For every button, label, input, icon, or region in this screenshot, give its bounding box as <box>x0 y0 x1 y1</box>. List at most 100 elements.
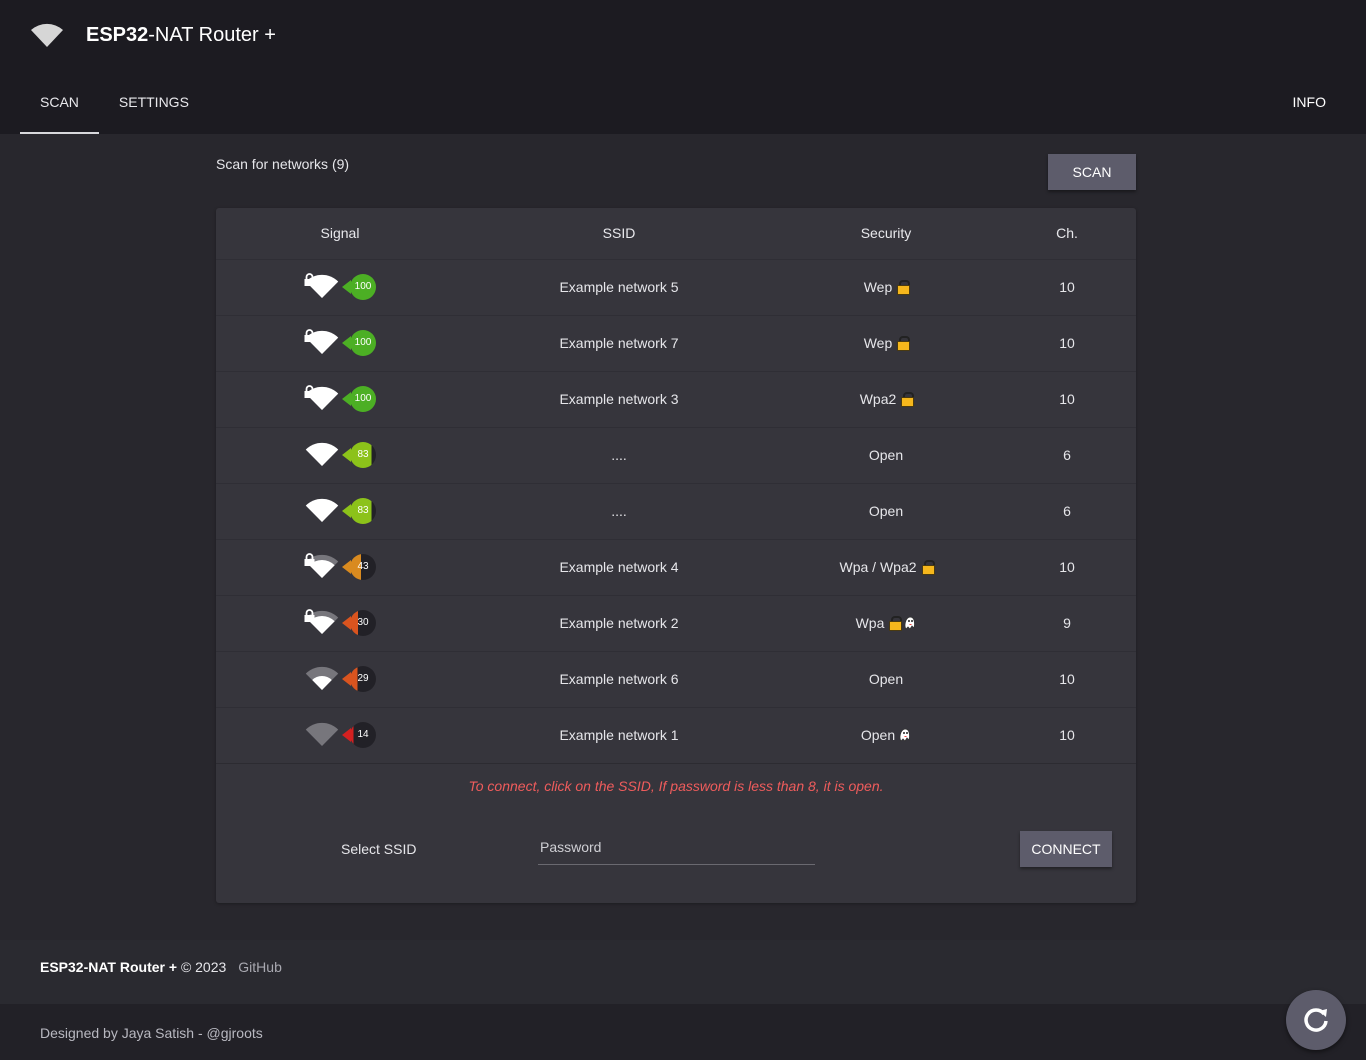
security-cell: Open <box>774 650 998 707</box>
footer: ESP32-NAT Router + © 2023 GitHub <box>0 940 1366 1004</box>
wifi-signal-icon <box>304 553 340 581</box>
refresh-button[interactable] <box>1286 990 1346 1050</box>
connect-hint: To connect, click on the SSID, If passwo… <box>468 778 884 794</box>
security-cell: Open <box>774 426 998 483</box>
channel-cell: 6 <box>998 426 1136 483</box>
ssid-cell[interactable]: Example network 4 <box>464 538 774 595</box>
wifi-signal-icon <box>304 273 340 301</box>
network-row[interactable]: 83 .... Open 6 <box>216 426 1136 483</box>
lock-icon <box>897 336 911 351</box>
ssid-cell[interactable]: Example network 7 <box>464 314 774 371</box>
signal-quality-badge: 100 <box>342 330 376 356</box>
lock-icon <box>304 329 315 342</box>
wifi-signal-icon <box>304 721 340 749</box>
info-link[interactable]: INFO <box>1293 94 1326 110</box>
security-cell: Wpa <box>774 594 998 651</box>
channel-cell: 9 <box>998 594 1136 651</box>
security-cell: Wep <box>774 314 998 371</box>
tab-settings[interactable]: SETTINGS <box>99 67 209 134</box>
lock-icon <box>897 280 911 295</box>
channel-cell: 10 <box>998 650 1136 707</box>
signal-quality-badge: 43 <box>342 554 376 580</box>
security-cell: Wpa / Wpa2 <box>774 538 998 595</box>
ssid-cell[interactable]: Example network 6 <box>464 650 774 707</box>
ghost-icon <box>899 728 911 742</box>
wifi-signal-icon <box>304 441 340 469</box>
signal-quality-badge: 83 <box>342 442 376 468</box>
signal-indicator: 29 <box>304 665 376 693</box>
network-row[interactable]: 100 Example network 5 Wep 10 <box>216 258 1136 315</box>
ssid-cell[interactable]: Example network 3 <box>464 370 774 427</box>
security-cell: Open <box>774 706 998 764</box>
lock-icon <box>304 385 315 398</box>
network-row[interactable]: 100 Example network 7 Wep 10 <box>216 314 1136 371</box>
nav-tabs: SCAN SETTINGS <box>20 67 209 134</box>
network-row[interactable]: 43 Example network 4 Wpa / Wpa2 10 <box>216 538 1136 595</box>
channel-cell: 10 <box>998 258 1136 315</box>
github-link[interactable]: GitHub <box>238 959 282 975</box>
signal-quality-badge: 100 <box>342 386 376 412</box>
signal-indicator: 83 <box>304 441 376 469</box>
footer-copyright: © 2023 <box>180 959 227 975</box>
networks-table: Signal SSID Security Ch. 100 Example net… <box>216 208 1136 764</box>
channel-cell: 10 <box>998 706 1136 764</box>
lock-icon <box>901 392 915 407</box>
col-channel: Ch. <box>1056 225 1078 242</box>
lock-icon <box>304 609 315 622</box>
password-input[interactable] <box>538 830 815 865</box>
scan-button[interactable]: SCAN <box>1048 154 1136 190</box>
ssid-cell[interactable]: .... <box>464 426 774 483</box>
wifi-logo-icon <box>31 23 63 47</box>
ssid-cell[interactable]: Example network 2 <box>464 594 774 651</box>
ghost-icon <box>905 616 916 630</box>
wifi-signal-icon <box>304 665 340 693</box>
app-title: ESP32-NAT Router + <box>86 23 276 46</box>
brand: ESP32-NAT Router + <box>30 22 276 48</box>
tab-scan[interactable]: SCAN <box>20 67 99 134</box>
ssid-cell[interactable]: .... <box>464 482 774 539</box>
ssid-cell[interactable]: Example network 1 <box>464 706 774 764</box>
lock-icon <box>304 553 315 566</box>
col-ssid: SSID <box>602 225 636 242</box>
app-header: ESP32-NAT Router + SCAN SETTINGS INFO <box>0 0 1366 134</box>
signal-indicator: 30 <box>304 609 376 637</box>
network-row[interactable]: 29 Example network 6 Open 10 <box>216 650 1136 707</box>
refresh-icon <box>1304 1008 1328 1032</box>
col-security: Security <box>860 225 912 242</box>
channel-cell: 10 <box>998 370 1136 427</box>
network-row[interactable]: 100 Example network 3 Wpa2 10 <box>216 370 1136 427</box>
signal-indicator: 14 <box>304 721 376 749</box>
signal-quality-badge: 100 <box>342 274 376 300</box>
signal-indicator: 100 <box>304 385 376 413</box>
channel-cell: 10 <box>998 314 1136 371</box>
network-row[interactable]: 83 .... Open 6 <box>216 482 1136 539</box>
security-cell: Open <box>774 482 998 539</box>
footer-credit-bar: Designed by Jaya Satish - @gjroots <box>0 1004 1366 1060</box>
signal-indicator: 43 <box>304 553 376 581</box>
lock-icon <box>304 273 315 286</box>
channel-cell: 6 <box>998 482 1136 539</box>
wifi-signal-icon <box>304 497 340 525</box>
signal-indicator: 100 <box>304 329 376 357</box>
signal-quality-badge: 83 <box>342 498 376 524</box>
signal-indicator: 83 <box>304 497 376 525</box>
network-row[interactable]: 14 Example network 1 Open 10 <box>216 706 1136 764</box>
signal-quality-badge: 29 <box>342 666 376 692</box>
signal-indicator: 100 <box>304 273 376 301</box>
lock-icon <box>889 616 903 631</box>
channel-cell: 10 <box>998 538 1136 595</box>
wifi-signal-icon <box>304 385 340 413</box>
ssid-cell[interactable]: Example network 5 <box>464 258 774 315</box>
networks-card: Signal SSID Security Ch. 100 Example net… <box>216 208 1136 903</box>
wifi-signal-icon <box>304 609 340 637</box>
signal-quality-badge: 30 <box>342 610 376 636</box>
footer-credit: Designed by Jaya Satish - @gjroots <box>40 1025 263 1041</box>
scan-count-label: Scan for networks (9) <box>216 156 350 172</box>
signal-quality-badge: 14 <box>342 722 376 748</box>
connect-button[interactable]: CONNECT <box>1020 831 1112 867</box>
network-row[interactable]: 30 Example network 2 Wpa 9 <box>216 594 1136 651</box>
selected-ssid-label: Select SSID <box>341 841 417 857</box>
security-cell: Wep <box>774 258 998 315</box>
security-cell: Wpa2 <box>774 370 998 427</box>
col-signal: Signal <box>320 225 360 242</box>
